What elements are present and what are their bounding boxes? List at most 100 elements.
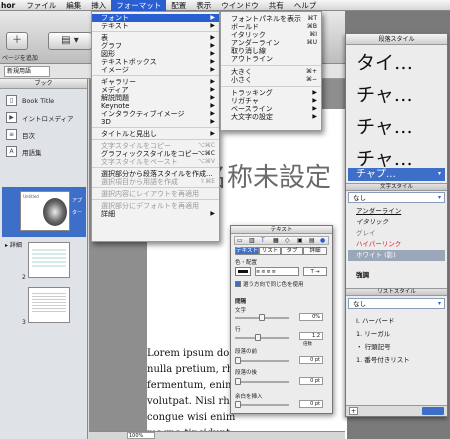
same-color-checkbox[interactable]	[235, 281, 241, 287]
format-menu-item[interactable]: テキストボックス ▶	[92, 58, 219, 66]
menu-edit[interactable]: 編集	[61, 0, 86, 11]
add-page-button[interactable]: ＋	[6, 32, 28, 50]
para-style-sample-1[interactable]: タイ…	[356, 48, 413, 75]
font-menu-item[interactable]: ボールド ⌘B	[221, 23, 321, 31]
menu-share[interactable]: 共有	[264, 0, 289, 11]
menu-arrange[interactable]: 配置	[166, 0, 191, 11]
char-style-hyperlink[interactable]: ハイパーリンク	[348, 239, 445, 250]
format-menu-item[interactable]: 図形 ▶	[92, 50, 219, 58]
sidebar-item-toc[interactable]: ≡ 目次	[0, 126, 87, 143]
layout-icon[interactable]: ▥	[249, 237, 255, 244]
after-para-slider[interactable]	[235, 378, 289, 385]
format-menu-item[interactable]: 選択項目から用語を作成 ⇧⌘E	[92, 178, 219, 186]
slider-knob[interactable]	[259, 314, 265, 321]
format-menu-item[interactable]: Keynote ▶	[92, 102, 219, 110]
menu-window[interactable]: ウインドウ	[216, 0, 264, 11]
font-menu-item[interactable]: ベースライン ▶	[221, 105, 321, 113]
slider-knob[interactable]	[255, 334, 261, 341]
sidebar-item-glossary[interactable]: A 用語集	[0, 143, 87, 160]
text-color-well[interactable]	[235, 267, 251, 276]
zoom-select[interactable]: 100%	[127, 432, 155, 439]
char-spacing-slider[interactable]	[235, 314, 289, 321]
font-menu-item[interactable]: フォントパネルを表示 ⌘T	[221, 15, 321, 23]
slider-knob[interactable]	[235, 357, 241, 364]
menu-file[interactable]: ファイル	[21, 0, 61, 11]
format-menu-item[interactable]: インタラクティブイメージ ▶	[92, 110, 219, 118]
menu-view[interactable]: 表示	[191, 0, 216, 11]
char-style-underline[interactable]: アンダーライン	[348, 206, 445, 217]
format-menu-item[interactable]: グラフィックスタイルをコピー ⌥⌘C	[92, 150, 219, 158]
font-menu-item[interactable]: リガチャ ▶	[221, 97, 321, 105]
page-thumbnail-2[interactable]	[28, 242, 70, 278]
format-menu-item[interactable]: 選択部分にデフォルトを再適用	[92, 202, 219, 210]
view-buttons[interactable]: ▤ ▾	[48, 32, 92, 50]
alignment-buttons[interactable]: ≡≡≡≡	[255, 267, 299, 276]
format-menu-item[interactable]: ギャラリー ▶	[92, 78, 219, 86]
para-style-selected[interactable]: チャプ… ▾	[348, 168, 445, 181]
tab-text[interactable]: テキスト	[235, 247, 259, 255]
format-menu-item[interactable]: 解説問題 ▶	[92, 94, 219, 102]
page-thumbnail-3[interactable]	[28, 287, 70, 323]
format-menu-item[interactable]: メディア ▶	[92, 86, 219, 94]
detail-disclosure[interactable]: ▸ 詳細	[5, 240, 22, 249]
format-menu-item[interactable]: 文字スタイルをペースト ⌥⌘V	[92, 158, 219, 166]
para-style-sample-3[interactable]: チャ…	[356, 112, 413, 139]
char-style-select[interactable]: なし ▾	[348, 192, 445, 203]
menu-app-name[interactable]: hor	[0, 0, 21, 11]
chapter-thumbnail[interactable]: Untitled	[20, 191, 70, 231]
format-menu-item[interactable]: 選択内容にレイアウトを再適用	[92, 190, 219, 198]
tab-list[interactable]: リスト	[259, 247, 281, 255]
line-spacing-slider[interactable]	[235, 334, 289, 341]
document-icon[interactable]: ▭	[237, 237, 243, 244]
sidebar-item-intro-media[interactable]: ▶ イントロメディア	[0, 109, 87, 126]
indent-buttons[interactable]: T ⇥	[303, 267, 327, 276]
metrics-icon[interactable]: ▣	[297, 237, 303, 244]
list-style-select[interactable]: なし ▾	[348, 298, 445, 309]
para-style-sample-4[interactable]: チャ…	[356, 144, 413, 171]
char-spacing-field[interactable]: 0%	[299, 313, 323, 321]
font-menu-item[interactable]: アウトライン	[221, 55, 321, 63]
line-spacing-field[interactable]: 1.2	[299, 332, 323, 340]
char-style-white-shadow[interactable]: ホワイト (影)	[348, 250, 445, 261]
format-menu-item[interactable]: 選択部分から段落スタイルを作成...	[92, 170, 219, 178]
list-style-bullet[interactable]: ・ 行頭記号	[348, 342, 445, 353]
after-para-field[interactable]: 0 pt	[299, 377, 323, 385]
line-spacing-mode[interactable]: 倍数	[303, 341, 312, 347]
style-options-button[interactable]	[422, 407, 444, 415]
font-menu-item[interactable]: 大文字の設定 ▶	[221, 113, 321, 121]
before-para-field[interactable]: 0 pt	[299, 356, 323, 364]
list-style-harvard[interactable]: I. ハーバード	[348, 316, 445, 327]
format-menu-item[interactable]: 表 ▶	[92, 34, 219, 42]
format-menu-item[interactable]: 詳細 ▶	[92, 210, 219, 218]
font-menu-item[interactable]: 大きく ⌘+	[221, 68, 321, 76]
menu-help[interactable]: ヘルプ	[289, 0, 322, 11]
tab-more[interactable]: 詳細	[303, 247, 327, 255]
format-menu-item[interactable]: フォント ▶	[92, 14, 219, 22]
graphic-icon[interactable]: ◇	[285, 237, 290, 244]
char-style-italic[interactable]: イタリック	[348, 217, 445, 228]
char-style-gray[interactable]: グレイ	[348, 228, 445, 239]
font-menu-item[interactable]: アンダーライン ⌘U	[221, 39, 321, 47]
wrap-icon[interactable]: ▦	[273, 237, 279, 244]
sidebar-item-book-title[interactable]: ▯ Book Title	[0, 92, 87, 109]
inset-field[interactable]: 0 pt	[299, 400, 323, 408]
before-para-slider[interactable]	[235, 357, 289, 364]
tab-tabs[interactable]: タブ	[281, 247, 303, 255]
format-menu-item[interactable]: イメージ ▶	[92, 66, 219, 74]
text-icon[interactable]: T	[261, 237, 265, 244]
format-menu-item[interactable]: テキスト ▶	[92, 22, 219, 30]
link-icon[interactable]: ●	[320, 237, 325, 244]
format-menu-item[interactable]: 文字スタイルをコピー ⌥⌘C	[92, 142, 219, 150]
font-menu-item[interactable]: 小さく ⌘−	[221, 76, 321, 84]
inset-slider[interactable]	[235, 401, 289, 408]
slider-knob[interactable]	[235, 401, 241, 408]
format-menu-item[interactable]: グラフ ▶	[92, 42, 219, 50]
list-style-numbered[interactable]: 1. 番号付きリスト	[348, 355, 445, 366]
table-icon[interactable]: ▤	[309, 237, 315, 244]
char-style-emphasis[interactable]: 強調	[348, 270, 445, 281]
font-menu-item[interactable]: トラッキング ▶	[221, 89, 321, 97]
format-menu-item[interactable]: 3D ▶	[92, 118, 219, 126]
font-menu-item[interactable]: 取り消し線	[221, 47, 321, 55]
slider-knob[interactable]	[235, 378, 241, 385]
style-field[interactable]: 新規用語	[4, 66, 50, 77]
